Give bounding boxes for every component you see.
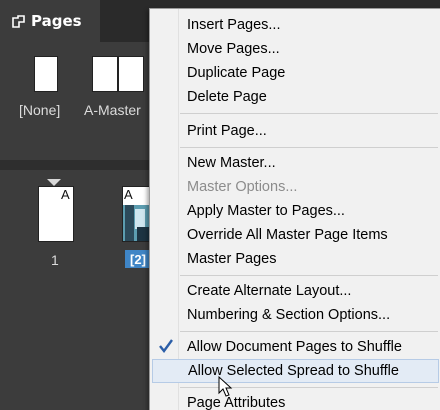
master-none-label: [None] [19,102,61,118]
menu-item-insert-pages[interactable]: Insert Pages... [152,13,439,37]
page-1-number: 1 [51,252,59,268]
menu-separator [180,113,438,114]
tab-label: Pages [31,12,82,30]
a-master-left-page[interactable] [92,56,118,92]
menu-item-allow-selected-spread-shuffle[interactable]: Allow Selected Spread to Shuffle [152,359,439,383]
page-2-number-selected: [2] [125,250,151,268]
menu-item-allow-document-pages-shuffle[interactable]: Allow Document Pages to Shuffle [152,335,439,359]
menu-item-label: Allow Document Pages to Shuffle [187,339,402,355]
menu-separator [180,147,438,148]
menu-item-master-pages[interactable]: Master Pages [152,247,439,271]
menu-item-print-page[interactable]: Print Page... [152,119,439,143]
pages-panel-context-menu: Insert Pages... Move Pages... Duplicate … [149,8,440,410]
a-master-label: A-Master [84,102,141,118]
a-master-right-page[interactable] [118,56,144,92]
menu-item-duplicate-page[interactable]: Duplicate Page [152,61,439,85]
menu-item-create-alternate-layout[interactable]: Create Alternate Layout... [152,279,439,303]
check-icon [159,339,173,353]
menu-item-override-master-items[interactable]: Override All Master Page Items [152,223,439,247]
menu-item-new-master[interactable]: New Master... [152,151,439,175]
pages-panel-icon [12,14,25,28]
page-1-master-letter: A [61,187,70,202]
tab-pages[interactable]: Pages [0,0,100,42]
page-2-master-letter: A [124,187,133,202]
menu-separator [180,275,438,276]
menu-item-numbering-section-options[interactable]: Numbering & Section Options... [152,303,439,327]
master-none-thumbnail[interactable] [34,56,58,92]
menu-item-move-pages[interactable]: Move Pages... [152,37,439,61]
menu-item-apply-master[interactable]: Apply Master to Pages... [152,199,439,223]
menu-separator [180,331,438,332]
spread-indicator-icon [47,179,61,186]
cursor-arrow-icon [218,376,233,397]
menu-item-master-options: Master Options... [187,179,298,195]
menu-item-delete-page[interactable]: Delete Page [152,85,439,109]
menu-item-page-attributes[interactable]: Page Attributes [152,391,439,410]
